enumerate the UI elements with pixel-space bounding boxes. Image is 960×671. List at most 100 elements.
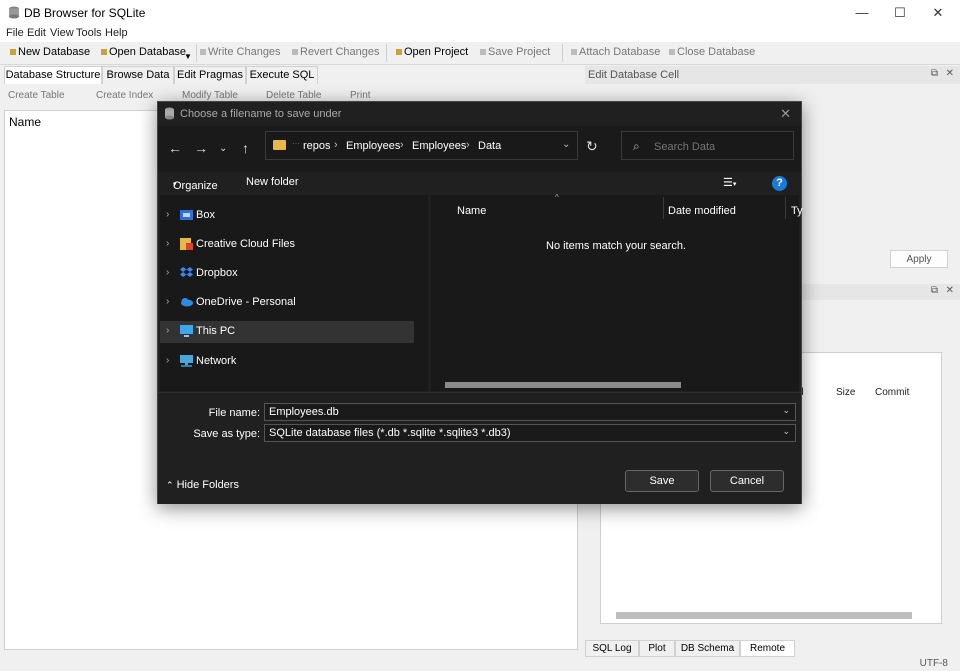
dock-close-icon[interactable]: ✕ [946, 68, 954, 79]
tab-browse-data[interactable]: Browse Data [102, 66, 174, 84]
apply-button[interactable]: Apply [890, 250, 948, 268]
app-logo-icon [9, 6, 19, 19]
tab-plot[interactable]: Plot [639, 640, 675, 657]
nav-item-onedrive[interactable]: › OneDrive - Personal [160, 292, 414, 314]
attach-database-icon [571, 49, 577, 56]
menu-view[interactable]: View [50, 27, 74, 39]
tab-execute-sql[interactable]: Execute SQL [246, 66, 318, 84]
forward-arrow-icon[interactable]: → [194, 140, 208, 156]
address-bar[interactable]: ··· repos › Employees › Employees › Data… [265, 131, 578, 160]
remote-float-icon[interactable]: ⧉ [931, 285, 938, 296]
remote-hscrollbar[interactable] [616, 612, 912, 619]
open-project-button[interactable]: Open Project [396, 46, 468, 58]
save-project-button[interactable]: Save Project [480, 46, 550, 58]
write-changes-button[interactable]: Write Changes [200, 46, 281, 58]
dialog-footer: File name: Employees.db ⌄ Save as type: … [158, 392, 801, 504]
search-input[interactable] [652, 138, 791, 156]
nav-item-dropbox[interactable]: › Dropbox [160, 263, 414, 285]
save-as-type-dropdown-icon[interactable]: ⌄ [782, 426, 790, 437]
dialog-close-icon[interactable]: ✕ [780, 106, 791, 122]
maximize-button[interactable]: ☐ [882, 0, 918, 26]
new-folder-button[interactable]: New folder [246, 176, 299, 188]
expand-chevron-icon[interactable]: › [166, 267, 169, 278]
cancel-button[interactable]: Cancel [710, 470, 784, 492]
menu-file[interactable]: File [6, 27, 24, 39]
up-arrow-icon[interactable]: ↑ [242, 140, 249, 156]
close-database-button[interactable]: Close Database [669, 46, 755, 58]
nav-item-network[interactable]: › Network [160, 351, 414, 373]
refresh-icon[interactable]: ↻ [586, 138, 598, 155]
column-header-name[interactable]: Name [457, 205, 486, 217]
file-name-input[interactable]: Employees.db ⌄ [264, 403, 796, 421]
address-dropdown-chevron-icon[interactable]: ⌄ [562, 139, 570, 150]
search-icon: ⌕ [633, 139, 640, 153]
expand-chevron-icon[interactable]: › [166, 238, 169, 249]
view-options-icon[interactable]: ☰ ▾ [723, 176, 736, 189]
create-table-button[interactable]: Create Table [8, 90, 65, 101]
attach-database-button[interactable]: Attach Database [571, 46, 660, 58]
open-database-button[interactable]: Open Database [101, 46, 186, 58]
column-header-type[interactable]: Ty [791, 205, 803, 217]
hide-folders-button[interactable]: ⌃ Hide Folders [166, 479, 239, 491]
new-database-button[interactable]: New Database [10, 46, 90, 58]
dialog-navigation-bar: ← → ⌄ ↑ ··· repos › Employees › Employee… [158, 126, 801, 172]
file-list-pane[interactable]: ^ Name Date modified Ty No items match y… [431, 193, 803, 391]
tab-db-schema[interactable]: DB Schema [675, 640, 740, 657]
nav-item-box[interactable]: › Box [160, 205, 414, 227]
revert-changes-button[interactable]: Revert Changes [292, 46, 380, 58]
nav-label-dropbox: Dropbox [196, 267, 238, 279]
save-as-type-select[interactable]: SQLite database files (*.db *.sqlite *.s… [264, 424, 796, 442]
nav-label-network: Network [196, 355, 237, 367]
save-button[interactable]: Save [625, 470, 699, 492]
tab-database-structure[interactable]: Database Structure [4, 66, 102, 84]
menu-edit[interactable]: Edit [27, 27, 46, 39]
onedrive-icon [181, 298, 193, 307]
back-arrow-icon[interactable]: ← [168, 140, 182, 156]
open-database-dropdown-icon[interactable]: ▼ [184, 52, 192, 61]
computer-icon [180, 325, 193, 337]
open-project-icon [396, 49, 402, 56]
menu-bar: File Edit View Tools Help [0, 26, 960, 42]
remote-close-icon[interactable]: ✕ [946, 285, 954, 296]
breadcrumb-employees-2[interactable]: Employees [412, 140, 466, 152]
minimize-button[interactable]: — [844, 0, 880, 26]
close-window-button[interactable]: ✕ [920, 0, 956, 26]
tab-sql-log[interactable]: SQL Log [585, 640, 639, 657]
modify-table-button[interactable]: Modify Table [182, 90, 238, 101]
edit-cell-title: Edit Database Cell [588, 69, 680, 81]
sort-ascending-icon: ^ [555, 193, 559, 202]
creative-cloud-icon [180, 238, 193, 250]
menu-tools[interactable]: Tools [76, 27, 102, 39]
breadcrumb-data[interactable]: Data [478, 140, 501, 152]
menu-help[interactable]: Help [105, 27, 128, 39]
print-button[interactable]: Print [350, 90, 371, 101]
tab-remote[interactable]: Remote [740, 640, 795, 657]
breadcrumb-repos[interactable]: repos [303, 140, 331, 152]
app-titlebar: DB Browser for SQLite — ☐ ✕ [0, 0, 960, 26]
new-database-icon [10, 49, 16, 56]
main-toolbar: New Database Open Database ▼ Write Chang… [0, 42, 960, 65]
create-index-button[interactable]: Create Index [96, 90, 153, 101]
expand-chevron-icon[interactable]: › [166, 296, 169, 307]
expand-chevron-icon[interactable]: › [166, 355, 169, 366]
navigation-pane[interactable]: › Box › Creative Cloud Files › Dropbox ›… [160, 195, 428, 471]
breadcrumb-employees-1[interactable]: Employees [346, 140, 400, 152]
file-list-hscrollbar[interactable] [445, 382, 681, 388]
tab-edit-pragmas[interactable]: Edit Pragmas [174, 66, 246, 84]
address-overflow-icon[interactable]: ··· [292, 139, 300, 148]
nav-item-creative-cloud[interactable]: › Creative Cloud Files [160, 234, 414, 256]
column-header-date-modified[interactable]: Date modified [668, 205, 736, 217]
search-box[interactable]: ⌕ [621, 131, 794, 160]
expand-chevron-icon[interactable]: › [166, 209, 169, 220]
recent-locations-chevron-icon[interactable]: ⌄ [219, 143, 227, 154]
chevron-up-icon: ⌃ [166, 480, 174, 490]
expand-chevron-icon[interactable]: › [166, 325, 169, 336]
box-icon [180, 210, 193, 220]
dialog-titlebar: Choose a filename to save under ✕ [158, 102, 801, 126]
delete-table-button[interactable]: Delete Table [266, 90, 321, 101]
nav-item-this-pc[interactable]: › This PC [160, 321, 414, 343]
help-icon[interactable]: ? [772, 176, 787, 191]
dropbox-icon [180, 267, 193, 277]
file-name-dropdown-icon[interactable]: ⌄ [782, 405, 790, 416]
dock-float-icon[interactable]: ⧉ [931, 68, 938, 79]
